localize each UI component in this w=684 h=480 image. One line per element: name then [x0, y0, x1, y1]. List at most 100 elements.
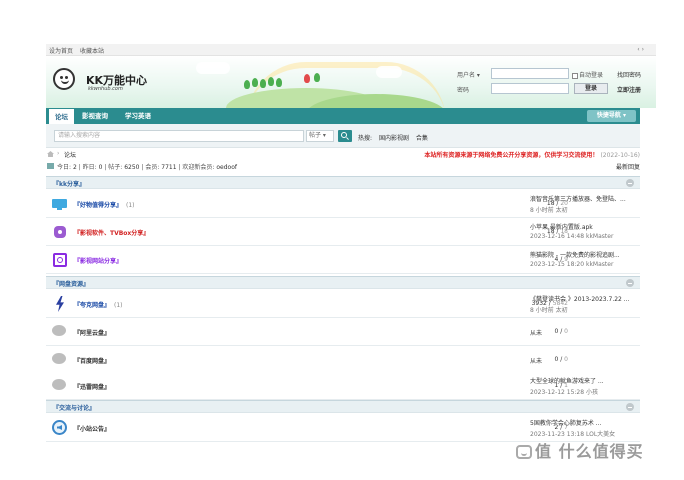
last-post-subject[interactable]: 《樊登读书会 》2013-2023.7.22 ...: [530, 294, 634, 303]
tree-decoration: [314, 73, 320, 82]
last-post-subject: 从未: [530, 358, 543, 365]
today-label: 今日:: [57, 164, 72, 171]
section-title[interactable]: 『网盘资源』: [53, 279, 89, 288]
last-post-subject[interactable]: 浪智音乐第三方播放器、免登陆、...: [530, 194, 634, 203]
topbar-arrows-icon[interactable]: ‹ ›: [637, 46, 644, 53]
smzdm-logo-icon: [516, 445, 532, 459]
home-icon[interactable]: [47, 151, 54, 157]
chat-bubble-icon: [52, 379, 66, 390]
collapse-icon[interactable]: [626, 403, 634, 411]
top-bar: 设为首页 收藏本站 ‹ ›: [46, 44, 656, 56]
newest-member-link[interactable]: oedoof: [216, 164, 237, 171]
site-notice: 本站所有资源来源于网络免费公开分享资源，仅供学习交流使用！ (2022-10-1…: [424, 150, 640, 159]
forum-name[interactable]: 『影视软件、TVBox分享』: [74, 228, 149, 237]
section-header[interactable]: 『网盘资源』: [46, 276, 640, 289]
tree-decoration: [244, 80, 250, 89]
last-post-subject[interactable]: 小苹果 最新内置版.apk: [530, 222, 634, 231]
forum-row[interactable]: 『迅雷网盘』 1 / 1 大型全球的鱿鱼游戏来了 ... 2023-12-12 …: [46, 372, 640, 400]
forum-link[interactable]: 『夸克网盘』: [74, 302, 110, 309]
section-header[interactable]: 『交流与讨论』: [46, 400, 640, 413]
auto-login-checkbox[interactable]: 自动登录: [572, 70, 603, 79]
section-title[interactable]: 『kk分享』: [53, 179, 85, 188]
search-input[interactable]: 请输入搜索内容: [54, 130, 304, 142]
forum-row[interactable]: 『阿里云盘』 0 / 0 从未: [46, 318, 640, 346]
latest-replies-link[interactable]: 最新回复: [616, 162, 640, 171]
forum-name[interactable]: 『小站公告』: [74, 424, 110, 433]
tv-box-icon: [52, 224, 68, 240]
tree-decoration: [260, 79, 266, 88]
stats-text: 今日: 2 | 昨日: 0 | 帖子: 6250 | 会员: 7711 | 欢迎…: [57, 164, 237, 171]
globe-icon: [52, 252, 68, 268]
last-post: 从未: [530, 356, 634, 365]
forum-name[interactable]: 『夸克网盘』 (1): [74, 300, 123, 309]
top-links: 设为首页 收藏本站: [49, 46, 109, 55]
last-post[interactable]: 熊猫影院 - 一款免费的影视追剧... 2023-12-15 18:20 kkM…: [530, 250, 634, 268]
last-post-meta: 2023-12-12 15:28 小孩: [530, 389, 598, 396]
last-post[interactable]: 浪智音乐第三方播放器、免登陆、... 8 小时前 太初: [530, 194, 634, 214]
forum-name[interactable]: 『阿里云盘』: [74, 328, 110, 337]
cloud-decoration: [196, 62, 230, 74]
tree-decoration: [276, 78, 282, 87]
tab-movie-search[interactable]: 影视查询: [76, 108, 114, 124]
forgot-password-link[interactable]: 找回密码: [617, 70, 641, 79]
breadcrumb-current[interactable]: 论坛: [64, 150, 76, 159]
forum-stats: 今日: 2 | 昨日: 0 | 帖子: 6250 | 会员: 7711 | 欢迎…: [46, 162, 640, 172]
forum-row[interactable]: 『好物值得分享』 (1) 18 / 20 浪智音乐第三方播放器、免登陆、... 8…: [46, 190, 640, 218]
login-button[interactable]: 登录: [574, 83, 608, 94]
last-post-subject[interactable]: 5国教你学会心肺复苏术 ...: [530, 418, 634, 427]
forum-row[interactable]: 『影视网站分享』 4 / 9 熊猫影院 - 一款免费的影视追剧... 2023-…: [46, 246, 640, 274]
forum-link[interactable]: 『影视网站分享』: [74, 258, 122, 265]
last-post[interactable]: 5国教你学会心肺复苏术 ... 2023-11-23 13:18 LOL大美女: [530, 418, 634, 438]
members-count: 7711: [161, 164, 177, 171]
monitor-icon: [52, 196, 68, 212]
last-post-meta: 8 小时前 太初: [530, 307, 568, 314]
breadcrumb-separator: ›: [57, 150, 60, 157]
lightning-icon: [52, 296, 68, 312]
forum-link[interactable]: 『小站公告』: [74, 426, 110, 433]
tree-decoration: [268, 77, 274, 86]
cloud-decoration: [376, 66, 402, 78]
watermark: 值 什么值得买: [516, 438, 644, 462]
username-input[interactable]: [491, 68, 569, 79]
forum-link[interactable]: 『好物值得分享』: [74, 202, 122, 209]
forum-row[interactable]: 『夸克网盘』 (1) 3932 / 5842 《樊登读书会 》2013-2023.…: [46, 290, 640, 318]
forum-name[interactable]: 『影视网站分享』: [74, 256, 122, 265]
watermark-text: 值 什么值得买: [535, 442, 644, 461]
forum-link[interactable]: 『百度网盘』: [74, 358, 110, 365]
forum-link[interactable]: 『迅雷网盘』: [74, 384, 110, 391]
collapse-icon[interactable]: [626, 179, 634, 187]
yesterday-label: 昨日:: [82, 164, 97, 171]
tab-learn-english[interactable]: 学习英语: [119, 108, 157, 124]
search-button[interactable]: [338, 130, 352, 142]
section-header[interactable]: 『kk分享』: [46, 176, 640, 189]
forum-name[interactable]: 『迅雷网盘』: [74, 382, 110, 391]
forum-link[interactable]: 『阿里云盘』: [74, 330, 110, 337]
forum-row[interactable]: 『百度网盘』 0 / 0 从未: [46, 346, 640, 374]
password-input[interactable]: [491, 83, 569, 94]
set-home-link[interactable]: 设为首页: [49, 48, 73, 55]
last-post[interactable]: 《樊登读书会 》2013-2023.7.22 ... 8 小时前 太初: [530, 294, 634, 314]
section-title[interactable]: 『交流与讨论』: [53, 403, 95, 412]
collapse-icon[interactable]: [626, 279, 634, 287]
checkbox-box[interactable]: [572, 72, 578, 79]
quick-nav-button[interactable]: 快捷导航 ▾: [586, 110, 636, 122]
posts-label: 帖子:: [108, 164, 123, 171]
forum-row[interactable]: 『影视软件、TVBox分享』 18 / 18 小苹果 最新内置版.apk 202…: [46, 218, 640, 246]
forum-name[interactable]: 『百度网盘』: [74, 356, 110, 365]
forum-link[interactable]: 『影视软件、TVBox分享』: [74, 230, 149, 237]
last-post[interactable]: 大型全球的鱿鱼游戏来了 ... 2023-12-12 15:28 小孩: [530, 376, 634, 396]
last-post-meta: 2023-12-16 14:48 kkMaster: [530, 233, 614, 240]
hot-item[interactable]: 国内影视剧: [379, 135, 409, 142]
notice-text[interactable]: 本站所有资源来源于网络免费公开分享资源，仅供学习交流使用！: [424, 152, 598, 159]
logo-icon[interactable]: [53, 68, 75, 90]
register-link[interactable]: 立即注册: [617, 85, 641, 94]
forum-name[interactable]: 『好物值得分享』 (1): [74, 200, 135, 209]
last-post-subject[interactable]: 大型全球的鱿鱼游戏来了 ...: [530, 376, 634, 385]
bookmark-link[interactable]: 收藏本站: [80, 48, 104, 55]
hot-item[interactable]: 合集: [416, 135, 428, 142]
search-type-select[interactable]: 帖子 ▾: [306, 130, 334, 142]
last-post-subject[interactable]: 熊猫影院 - 一款免费的影视追剧...: [530, 250, 634, 259]
tab-forum[interactable]: 论坛: [48, 108, 75, 124]
last-post[interactable]: 小苹果 最新内置版.apk 2023-12-16 14:48 kkMaster: [530, 222, 634, 240]
username-label[interactable]: 用户名 ▾: [457, 70, 480, 79]
